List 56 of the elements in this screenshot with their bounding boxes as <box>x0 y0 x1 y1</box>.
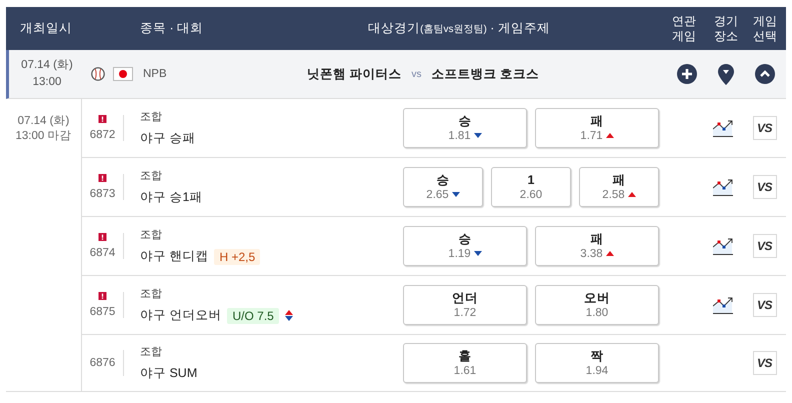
line-chart-icon[interactable] <box>713 178 733 196</box>
column-header: 게임 선택 <box>752 14 778 44</box>
game-type: 조합 <box>140 110 163 124</box>
game-select-button[interactable]: VS <box>752 351 776 375</box>
baseball-icon <box>91 67 105 81</box>
odds-button[interactable]: 패 2.58 <box>579 167 659 207</box>
location-pin-icon[interactable] <box>718 64 734 84</box>
match-date: 07.14 (화) <box>21 58 73 73</box>
odds-button[interactable]: 오버 1.80 <box>535 285 659 325</box>
game-name: 야구 승1패 <box>140 189 202 206</box>
odds-button[interactable]: 패 3.38 <box>535 226 659 266</box>
game-select-button[interactable]: VS <box>752 293 776 317</box>
game-number: 6874 <box>90 247 116 259</box>
column-header: 경기 장소 <box>713 14 739 44</box>
odds-button[interactable]: 1 2.60 <box>491 167 571 207</box>
game-number: 6872 <box>90 129 116 141</box>
line-chart-icon[interactable] <box>713 119 733 137</box>
game-number: 6876 <box>90 357 116 369</box>
column-header: 종목 · 대회 <box>139 20 204 37</box>
game-number: 6873 <box>90 188 116 200</box>
line-chart-icon[interactable] <box>713 296 733 314</box>
game-type: 조합 <box>140 287 163 301</box>
collapse-icon[interactable] <box>755 64 775 84</box>
game-select-button[interactable]: VS <box>752 234 776 258</box>
over-under-tag: U/O 7.5 <box>227 308 279 324</box>
japan-flag-icon <box>113 67 133 81</box>
game-select-button[interactable]: VS <box>752 116 776 140</box>
match-time: 13:00 <box>32 75 62 90</box>
home-team: 닛폰햄 파이터스 <box>307 66 402 82</box>
game-name: 야구 언더오버 <box>140 307 222 324</box>
column-header: 개최일시 <box>19 20 73 37</box>
handicap-tag: H +2,5 <box>214 248 260 264</box>
game-name: 야구 핸디캡 <box>140 248 208 265</box>
odds-button[interactable]: 승 1.81 <box>403 108 527 148</box>
odds-button[interactable]: 패 1.71 <box>535 108 659 148</box>
column-header: 대상경기(홈팀vs원정팀) · 게임주제 <box>367 20 551 37</box>
game-name: 야구 SUM <box>140 365 198 382</box>
line-chart-icon[interactable] <box>713 237 733 255</box>
odds-button[interactable]: 언더 1.72 <box>403 285 527 325</box>
game-type: 조합 <box>140 169 163 183</box>
versus-label: vs <box>411 68 422 80</box>
column-header: 연관 게임 <box>671 14 697 44</box>
deadline-date: 07.14 (화) <box>18 114 70 129</box>
add-icon[interactable] <box>677 64 697 84</box>
deadline-time: 13:00 마감 <box>16 129 72 144</box>
odds-button[interactable]: 짝 1.94 <box>535 343 659 383</box>
odds-button[interactable]: 승 2.65 <box>403 167 483 207</box>
odds-button[interactable]: 홀 1.61 <box>403 343 527 383</box>
game-type: 조합 <box>140 345 163 359</box>
league-name: NPB <box>143 68 167 80</box>
game-type: 조합 <box>140 228 163 242</box>
away-team: 소프트뱅크 호크스 <box>431 66 539 82</box>
game-name: 야구 승패 <box>140 130 196 147</box>
game-number: 6875 <box>90 306 116 318</box>
odds-button[interactable]: 승 1.19 <box>403 226 527 266</box>
game-select-button[interactable]: VS <box>752 175 776 199</box>
